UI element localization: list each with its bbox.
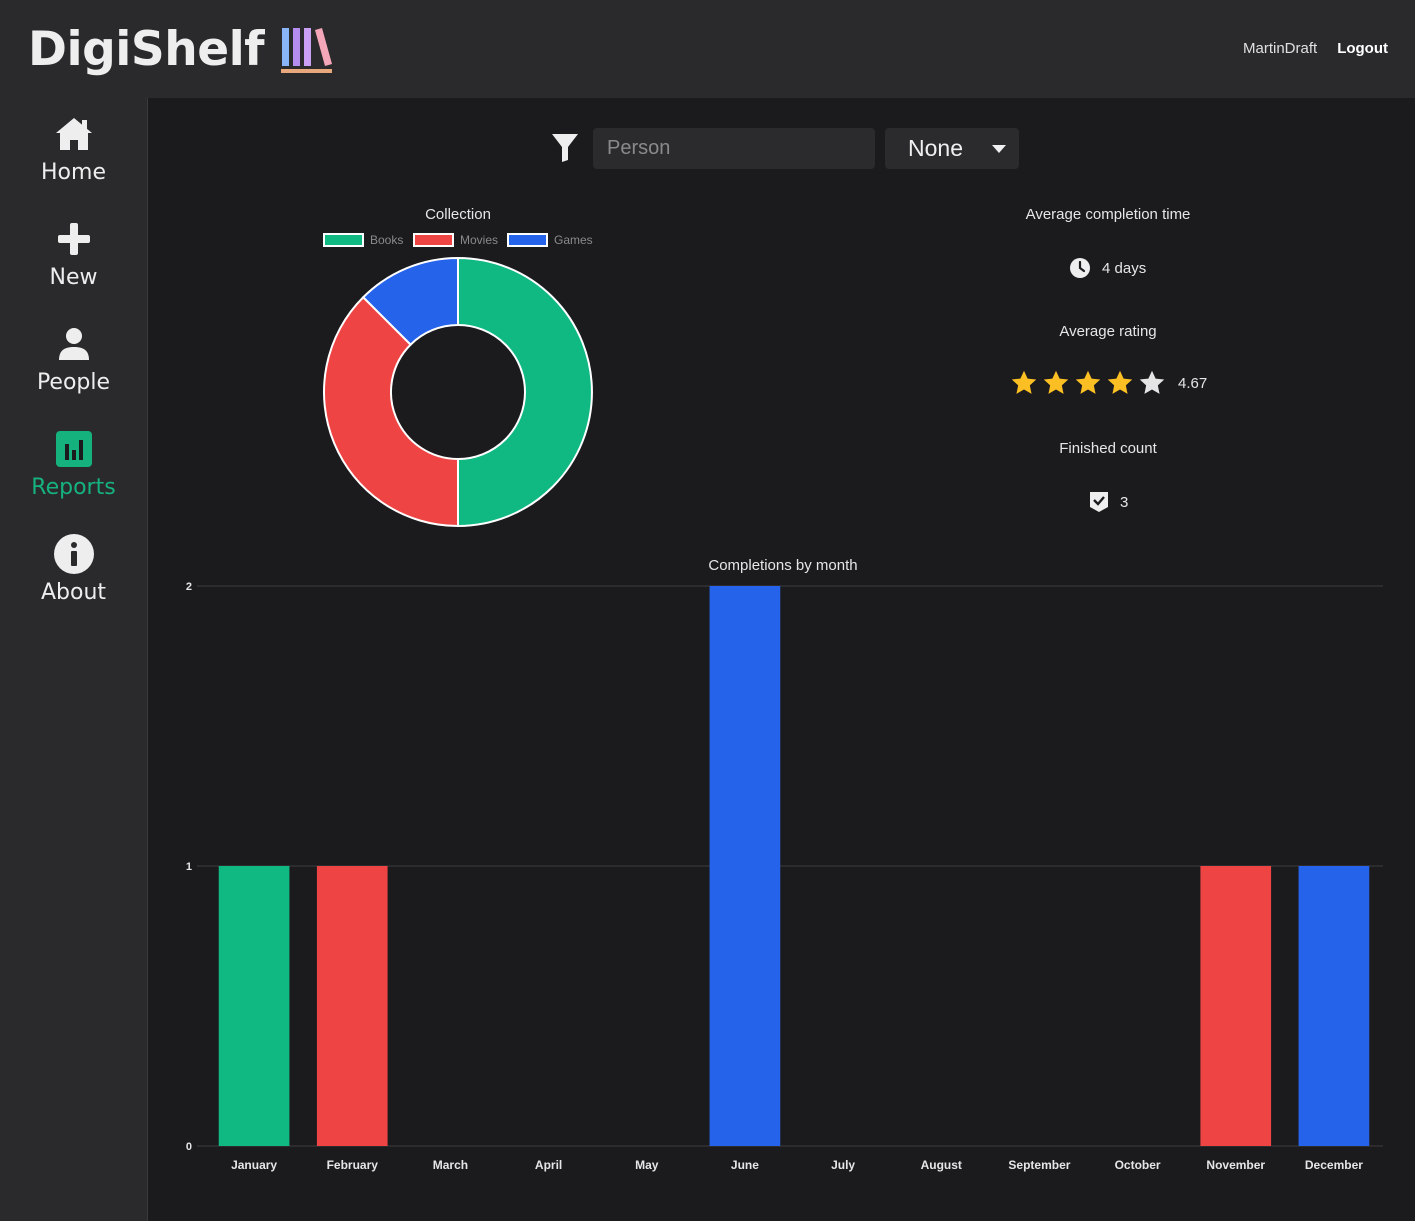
bookshelf-icon [281,28,333,73]
finished-count-value: 3 [1120,494,1129,511]
sidebar-item-label: Home [41,160,106,185]
pie-chart-title: Collection [425,206,491,223]
user-area: MartinDraft Logout [1243,40,1388,57]
bar-january[interactable] [218,866,290,1146]
collection-doughnut-chart[interactable] [318,252,598,532]
star-icon [1075,370,1101,394]
pie-slice-books[interactable] [457,256,593,528]
legend-swatch-books [323,233,364,247]
plus-icon [52,217,96,261]
x-tick-label: September [1008,1158,1070,1172]
info-icon [52,532,96,576]
app-logo[interactable]: DigiShelf [28,20,334,80]
y-tick-label: 0 [186,1141,192,1153]
bar-chart-icon [52,427,96,471]
x-tick-label: July [831,1158,855,1172]
top-header: DigiShelf MartinDraft Logout [0,0,1415,98]
bar-december[interactable] [1298,866,1370,1146]
avg-completion-title: Average completion time [1025,206,1191,223]
star-icon [1043,370,1069,394]
legend-item-games[interactable]: Games [507,233,593,247]
avg-completion-value: 4 days [1102,260,1147,277]
sidebar-item-reports[interactable]: Reports [0,427,147,522]
star-icon [1107,370,1133,394]
chevron-down-icon [992,145,1006,153]
sidebar-nav: Home New People Reports About [0,98,148,1221]
x-tick-label: April [535,1158,562,1172]
logout-button[interactable]: Logout [1337,40,1388,57]
x-tick-label: May [635,1158,659,1172]
x-tick-label: February [327,1158,379,1172]
bar-february[interactable] [316,866,388,1146]
pie-slice-movies[interactable] [323,295,459,528]
home-icon [52,112,96,156]
x-tick-label: June [731,1158,759,1172]
app-logo-text: DigiShelf [28,22,265,77]
sidebar-item-label: Reports [31,475,116,500]
legend-item-movies[interactable]: Movies [413,233,498,247]
finished-count-title: Finished count [1059,440,1157,457]
x-tick-label: October [1115,1158,1161,1172]
x-tick-label: November [1206,1158,1265,1172]
y-tick-label: 1 [186,861,192,873]
legend-item-books[interactable]: Books [323,233,403,247]
sidebar-item-people[interactable]: People [0,322,147,417]
type-select-value: None [908,135,963,161]
username-link[interactable]: MartinDraft [1243,40,1317,57]
person-icon [52,322,96,366]
x-tick-label: December [1305,1158,1363,1172]
type-select[interactable]: None [885,128,1019,169]
person-filter-input[interactable] [593,128,875,169]
bar-june[interactable] [709,586,781,1146]
completions-bar-chart[interactable]: 0 1 2 January February March April May June July A… [160,570,1400,1190]
x-tick-label: August [921,1158,962,1172]
star-icon [1139,370,1165,394]
avg-rating-value: 4.67 [1178,375,1208,392]
legend-swatch-movies [413,233,454,247]
star-icon [1011,370,1037,394]
x-tick-label: March [433,1158,468,1172]
legend-label-books: Books [370,233,404,247]
filter-icon[interactable] [551,133,579,163]
legend-label-movies: Movies [460,233,499,247]
sidebar-item-about[interactable]: About [0,532,147,627]
x-tick-label: January [231,1158,277,1172]
bar-november[interactable] [1200,866,1272,1146]
legend-swatch-games [507,233,548,247]
legend-label-games: Games [554,233,593,247]
avg-rating-title: Average rating [1059,323,1157,340]
sidebar-item-new[interactable]: New [0,217,147,312]
check-badge-icon [1090,492,1108,512]
sidebar-item-label: People [36,370,111,395]
clock-icon [1070,258,1090,278]
sidebar-item-label: About [40,580,107,605]
y-tick-label: 2 [186,581,192,593]
rating-stars [1010,369,1166,397]
sidebar-item-label: New [49,265,98,290]
sidebar-item-home[interactable]: Home [0,112,147,207]
